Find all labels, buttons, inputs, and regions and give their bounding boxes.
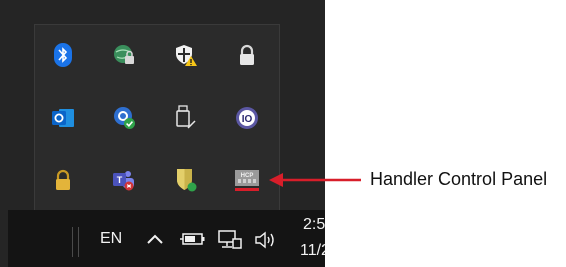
callout-label: Handler Control Panel bbox=[370, 169, 548, 189]
usb-eject-icon[interactable] bbox=[171, 103, 201, 133]
padlock-gold-icon[interactable] bbox=[48, 165, 78, 195]
handler-control-panel-icon[interactable]: HCP bbox=[232, 165, 262, 195]
speaker-volume-icon[interactable] bbox=[254, 230, 278, 250]
clock-area[interactable]: 2:5 11/2 bbox=[288, 210, 325, 267]
system-tray-overflow-panel: IO T HCP bbox=[34, 24, 280, 216]
clock-date: 11/2 bbox=[300, 242, 325, 259]
sync-check-icon[interactable] bbox=[109, 103, 139, 133]
show-hidden-icons-chevron-icon[interactable] bbox=[146, 233, 164, 245]
teams-icon[interactable]: T bbox=[109, 165, 139, 195]
network-ethernet-icon[interactable] bbox=[218, 230, 242, 250]
svg-text:IO: IO bbox=[242, 114, 253, 125]
battery-charging-icon[interactable] bbox=[180, 231, 206, 247]
taskbar-divider bbox=[72, 227, 73, 257]
callout-arrow bbox=[269, 173, 361, 187]
language-indicator[interactable]: EN bbox=[100, 230, 122, 248]
taskbar-divider bbox=[78, 227, 79, 257]
security-shield-warning-icon[interactable] bbox=[171, 40, 201, 70]
network-globe-lock-icon[interactable] bbox=[109, 40, 139, 70]
taskbar: EN 2:5 11/2 bbox=[8, 210, 325, 267]
clock-time: 2:5 bbox=[303, 216, 325, 233]
outlook-icon[interactable] bbox=[48, 103, 78, 133]
svg-text:T: T bbox=[117, 175, 123, 185]
antivirus-shield-icon[interactable] bbox=[171, 165, 201, 195]
svg-text:HCP: HCP bbox=[241, 173, 254, 179]
padlock-icon[interactable] bbox=[232, 40, 262, 70]
io-icon[interactable]: IO bbox=[232, 103, 262, 133]
bluetooth-icon[interactable] bbox=[48, 40, 78, 70]
